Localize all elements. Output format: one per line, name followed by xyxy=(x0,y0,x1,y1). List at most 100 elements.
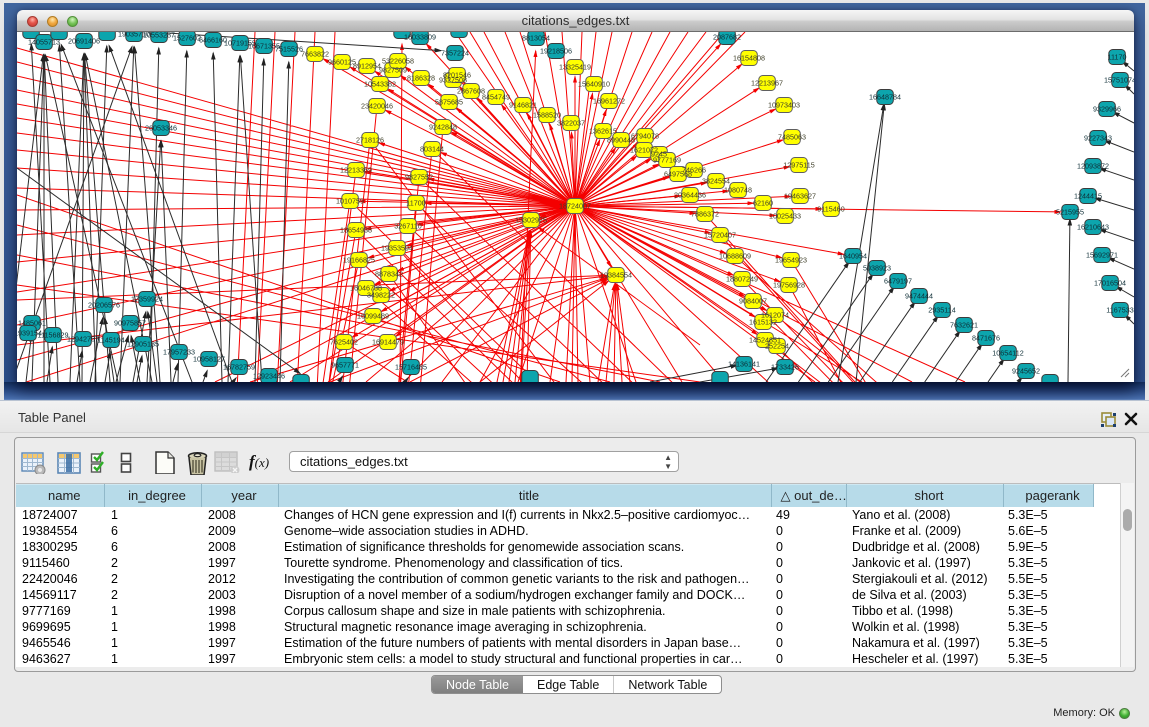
svg-text:15716485: 15716485 xyxy=(395,362,427,371)
svg-text:8186328: 8186328 xyxy=(407,73,435,82)
svg-text:7886372: 7886372 xyxy=(691,209,719,218)
svg-text:23420046: 23420046 xyxy=(361,101,393,110)
svg-text:17016504: 17016504 xyxy=(1094,278,1126,287)
svg-text:10025433: 10025433 xyxy=(769,211,801,220)
svg-text:15640910: 15640910 xyxy=(578,79,610,88)
svg-text:15302975: 15302975 xyxy=(515,215,547,224)
svg-text:16782759: 16782759 xyxy=(223,362,255,371)
svg-text:12975115: 12975115 xyxy=(783,160,814,169)
svg-text:1640954: 1640954 xyxy=(839,251,867,260)
svg-text:9146821: 9146821 xyxy=(509,100,537,109)
svg-text:16914479: 16914479 xyxy=(372,337,404,346)
svg-text:15720407: 15720407 xyxy=(704,230,736,239)
svg-text:9657771: 9657771 xyxy=(331,360,359,369)
svg-text:5938923: 5938923 xyxy=(863,263,891,272)
svg-text:252254: 252254 xyxy=(765,341,789,350)
svg-text:16099489: 16099489 xyxy=(357,311,389,320)
svg-text:3498222: 3498222 xyxy=(367,290,395,299)
svg-text:6466160: 6466160 xyxy=(199,35,227,44)
svg-text:10553287: 10553287 xyxy=(143,32,175,39)
svg-text:2935114: 2935114 xyxy=(928,305,955,314)
svg-text:3267110: 3267110 xyxy=(394,221,421,230)
svg-text:19384554: 19384554 xyxy=(600,270,632,279)
svg-text:15751074: 15751074 xyxy=(1104,75,1134,84)
svg-text:7663822: 7663822 xyxy=(301,49,329,58)
svg-text:8471676: 8471676 xyxy=(972,333,1000,342)
svg-text:7357224: 7357224 xyxy=(441,48,469,57)
svg-text:1244415: 1244415 xyxy=(1074,191,1102,200)
svg-text:10958127: 10958127 xyxy=(193,354,225,363)
svg-text:15692971: 15692971 xyxy=(1086,250,1118,259)
svg-text:13325419: 13325419 xyxy=(559,62,591,71)
svg-text:19463627: 19463627 xyxy=(784,191,816,200)
svg-text:803144: 803144 xyxy=(420,144,444,153)
svg-text:20691406: 20691406 xyxy=(68,36,100,45)
svg-text:1615132: 1615132 xyxy=(749,317,777,326)
svg-text:9827509: 9827509 xyxy=(379,65,407,74)
svg-text:9227343: 9227343 xyxy=(1084,133,1112,142)
svg-text:12923446: 12923446 xyxy=(253,371,285,380)
svg-text:10654112: 10654112 xyxy=(992,348,1023,357)
svg-text:12942757: 12942757 xyxy=(67,334,99,343)
svg-text:6794078: 6794078 xyxy=(631,131,659,140)
svg-text:1167533: 1167533 xyxy=(1106,305,1133,314)
svg-text:9084007: 9084007 xyxy=(739,296,767,305)
svg-text:8813054: 8813054 xyxy=(522,33,550,42)
svg-text:1527602: 1527602 xyxy=(173,33,201,42)
svg-text:18654938: 18654938 xyxy=(340,225,372,234)
svg-text:14055713: 14055713 xyxy=(28,37,60,46)
svg-text:14136141: 14136141 xyxy=(728,359,760,368)
svg-text:8878342: 8878342 xyxy=(375,269,403,278)
svg-text:8912954: 8912954 xyxy=(353,61,381,70)
svg-text:12213967: 12213967 xyxy=(751,78,783,87)
svg-text:5875685: 5875685 xyxy=(435,97,463,106)
svg-text:18807249: 18807249 xyxy=(726,274,758,283)
svg-text:746266: 746266 xyxy=(682,165,706,174)
svg-text:90975857: 90975857 xyxy=(114,318,146,327)
svg-text:8201546: 8201546 xyxy=(443,70,471,79)
svg-text:17359924: 17359924 xyxy=(131,294,163,303)
svg-text:12093872: 12093872 xyxy=(1077,161,1109,170)
svg-text:11700: 11700 xyxy=(406,198,425,207)
svg-text:10973403: 10973403 xyxy=(768,100,800,109)
svg-text:3824554: 3824554 xyxy=(702,176,730,185)
svg-text:17957233: 17957233 xyxy=(163,347,195,356)
svg-text:20206576: 20206576 xyxy=(88,300,120,309)
svg-text:1145194: 1145194 xyxy=(97,335,124,344)
svg-text:2867608: 2867608 xyxy=(457,86,485,95)
svg-text:2087682: 2087682 xyxy=(713,32,741,41)
svg-text:9474444: 9474444 xyxy=(905,291,933,300)
svg-text:20364436: 20364436 xyxy=(674,190,706,199)
svg-text:19756928: 19756928 xyxy=(773,280,805,289)
svg-text:8454749: 8454749 xyxy=(482,92,510,101)
svg-text:9245652: 9245652 xyxy=(1012,366,1040,375)
svg-text:16961272: 16961272 xyxy=(593,96,625,105)
svg-text:7625402: 7625402 xyxy=(330,337,358,346)
svg-text:16648784: 16648784 xyxy=(869,92,901,101)
svg-text:7515526: 7515526 xyxy=(275,44,303,53)
svg-text:62160: 62160 xyxy=(753,198,773,207)
svg-text:19654923: 19654923 xyxy=(775,255,807,264)
svg-text:53226058: 53226058 xyxy=(382,56,414,65)
svg-text:2718126: 2718126 xyxy=(356,135,384,144)
svg-text:16210643: 16210643 xyxy=(1077,222,1109,231)
svg-text:12213369: 12213369 xyxy=(340,165,372,174)
svg-text:16033809: 16033809 xyxy=(404,32,436,41)
svg-text:9329966: 9329966 xyxy=(1093,104,1121,113)
svg-text:9660125: 9660125 xyxy=(328,57,356,66)
svg-text:1010759: 1010759 xyxy=(336,196,364,205)
svg-text:19218506: 19218506 xyxy=(540,46,572,55)
svg-text:1362615: 1362615 xyxy=(589,126,617,135)
svg-text:1080748: 1080748 xyxy=(724,185,752,194)
svg-text:16154808: 16154808 xyxy=(733,53,765,62)
svg-text:10543382: 10543382 xyxy=(364,79,396,88)
svg-text:6479197: 6479197 xyxy=(884,276,912,285)
svg-text:1733426: 1733426 xyxy=(771,362,799,371)
svg-text:3822037: 3822037 xyxy=(557,118,585,127)
svg-text:9242848: 9242848 xyxy=(429,122,457,131)
svg-text:1485061: 1485061 xyxy=(18,318,46,327)
svg-text:19166825: 19166825 xyxy=(343,255,375,264)
svg-text:19353594: 19353594 xyxy=(381,243,413,252)
svg-text:5215955: 5215955 xyxy=(1056,207,1084,216)
svg-text:18724007: 18724007 xyxy=(559,201,591,210)
